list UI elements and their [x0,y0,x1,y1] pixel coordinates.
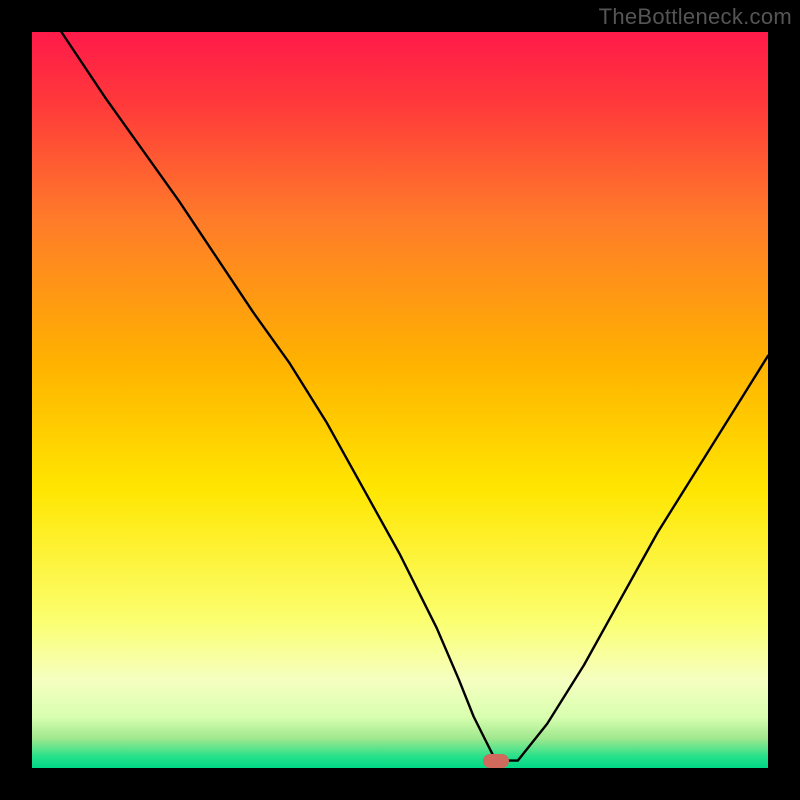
plot-area [32,32,768,768]
bottleneck-curve [32,32,768,768]
chart-frame: TheBottleneck.com [0,0,800,800]
minimum-marker [483,754,509,768]
watermark-text: TheBottleneck.com [599,4,792,30]
